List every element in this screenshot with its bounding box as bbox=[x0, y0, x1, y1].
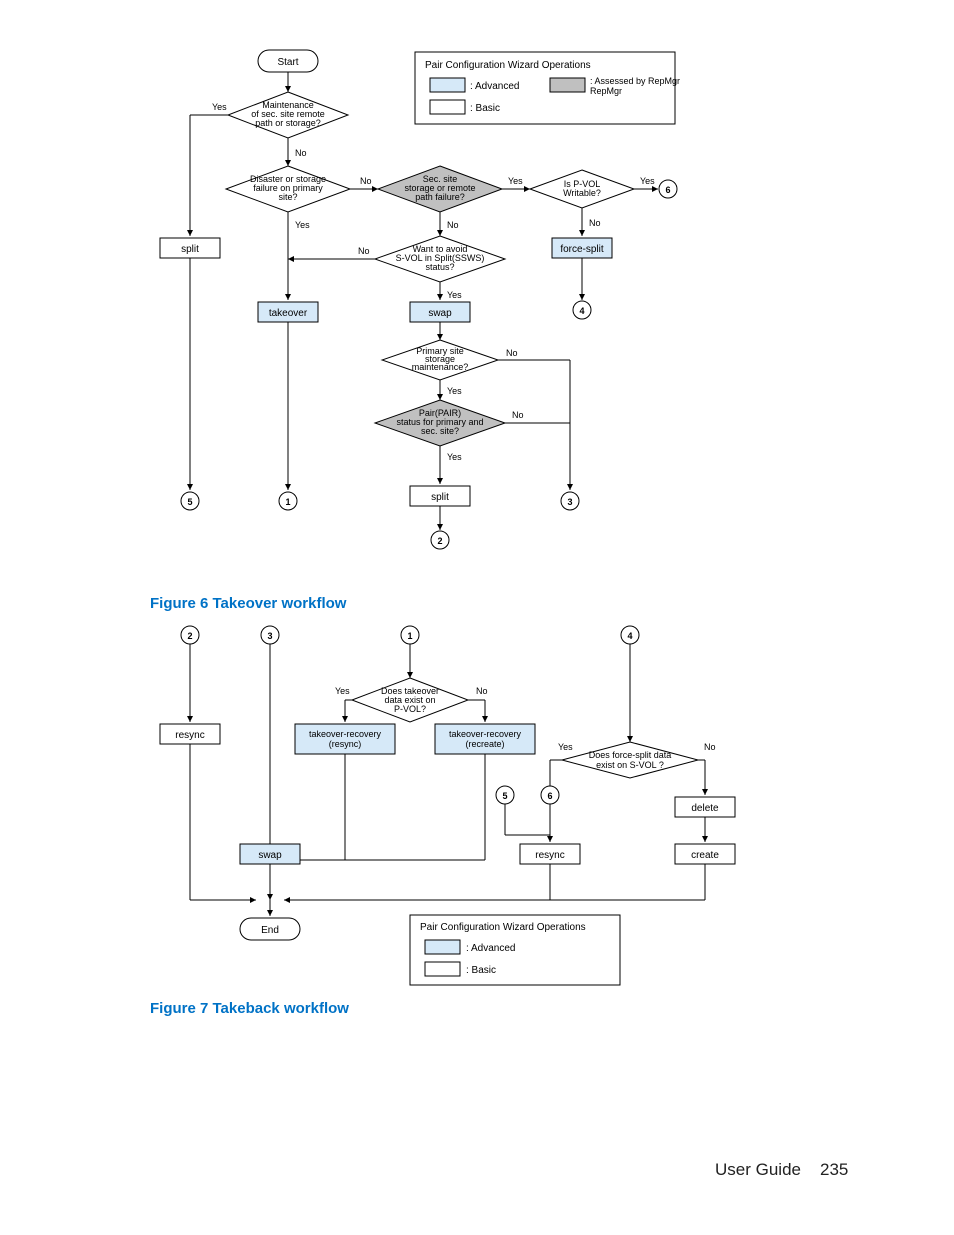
svg-text:Yes: Yes bbox=[212, 102, 227, 112]
legend-assessed: : Assessed by RepMgr bbox=[590, 76, 680, 86]
svg-text:Yes: Yes bbox=[447, 290, 462, 300]
delete-box: delete bbox=[691, 803, 719, 814]
svg-text:Yes: Yes bbox=[640, 176, 655, 186]
svg-text:sec. site?: sec. site? bbox=[421, 426, 459, 436]
svg-text:status?: status? bbox=[425, 262, 454, 272]
svg-text:Yes: Yes bbox=[508, 176, 523, 186]
end-node: End bbox=[261, 925, 279, 936]
svg-text:Yes: Yes bbox=[447, 386, 462, 396]
takeover-flowchart: Start Pair Configuration Wizard Operatio… bbox=[150, 40, 810, 580]
legend2-title: Pair Configuration Wizard Operations bbox=[420, 922, 586, 933]
connector-5: 5 bbox=[187, 497, 192, 507]
svg-text:No: No bbox=[360, 176, 372, 186]
legend-advanced: : Advanced bbox=[470, 81, 519, 92]
force-split-box: force-split bbox=[560, 244, 604, 255]
svg-text:exist on S-VOL ?: exist on S-VOL ? bbox=[596, 760, 664, 770]
svg-text:Yes: Yes bbox=[335, 686, 350, 696]
connector-3b: 3 bbox=[267, 631, 272, 641]
takeover-recovery-resync-box: takeover-recovery bbox=[309, 729, 382, 739]
svg-text:(resync): (resync) bbox=[329, 739, 362, 749]
svg-text:path failure?: path failure? bbox=[415, 192, 465, 202]
svg-text:maintenance?: maintenance? bbox=[412, 362, 469, 372]
svg-text:Yes: Yes bbox=[558, 742, 573, 752]
connector-6b: 6 bbox=[547, 791, 552, 801]
svg-text:No: No bbox=[476, 686, 488, 696]
svg-text:P-VOL?: P-VOL? bbox=[394, 704, 426, 714]
connector-4: 4 bbox=[579, 306, 584, 316]
resync-box: resync bbox=[175, 730, 204, 741]
svg-text:No: No bbox=[447, 220, 459, 230]
svg-text:No: No bbox=[295, 148, 307, 158]
svg-text:Yes: Yes bbox=[295, 220, 310, 230]
split-box: split bbox=[181, 244, 199, 255]
legend2-advanced: : Advanced bbox=[466, 943, 515, 954]
connector-1: 1 bbox=[285, 497, 290, 507]
svg-text:RepMgr: RepMgr bbox=[590, 86, 622, 96]
force-split-decision: Does force-split data bbox=[589, 750, 672, 760]
split2-box: split bbox=[431, 492, 449, 503]
connector-2: 2 bbox=[437, 536, 442, 546]
connector-1b: 1 bbox=[407, 631, 412, 641]
takeover-recovery-recreate-box: takeover-recovery bbox=[449, 729, 522, 739]
connector-4b: 4 bbox=[627, 631, 632, 641]
figure7-caption: Figure 7 Takeback workflow bbox=[150, 1000, 349, 1017]
svg-text:Yes: Yes bbox=[447, 452, 462, 462]
swap-box-2: swap bbox=[258, 850, 282, 861]
svg-text:No: No bbox=[589, 218, 601, 228]
figure6-caption: Figure 6 Takeover workflow bbox=[150, 595, 346, 612]
footer-guide: User Guide bbox=[715, 1160, 801, 1180]
connector-3: 3 bbox=[567, 497, 572, 507]
connector-2b: 2 bbox=[187, 631, 192, 641]
svg-text:No: No bbox=[512, 410, 524, 420]
legend-basic: : Basic bbox=[470, 103, 500, 114]
takeover-box: takeover bbox=[269, 308, 308, 319]
takeback-flowchart: 2 3 1 4 Does takeover data exist on P-VO… bbox=[150, 620, 770, 1020]
connector-5b: 5 bbox=[502, 791, 507, 801]
create-box: create bbox=[691, 850, 719, 861]
svg-text:Writable?: Writable? bbox=[563, 188, 601, 198]
svg-text:No: No bbox=[506, 348, 518, 358]
resync2-box: resync bbox=[535, 850, 564, 861]
start-node: Start bbox=[277, 57, 298, 68]
svg-text:No: No bbox=[358, 246, 370, 256]
svg-text:No: No bbox=[704, 742, 716, 752]
connector-6: 6 bbox=[665, 185, 670, 195]
legend-title: Pair Configuration Wizard Operations bbox=[425, 60, 591, 71]
swap-box: swap bbox=[428, 308, 452, 319]
legend2-basic: : Basic bbox=[466, 965, 496, 976]
svg-text:site?: site? bbox=[278, 192, 297, 202]
footer-page-number: 235 bbox=[820, 1160, 848, 1180]
svg-text:(recreate): (recreate) bbox=[465, 739, 504, 749]
svg-text:path or storage?: path or storage? bbox=[255, 118, 321, 128]
